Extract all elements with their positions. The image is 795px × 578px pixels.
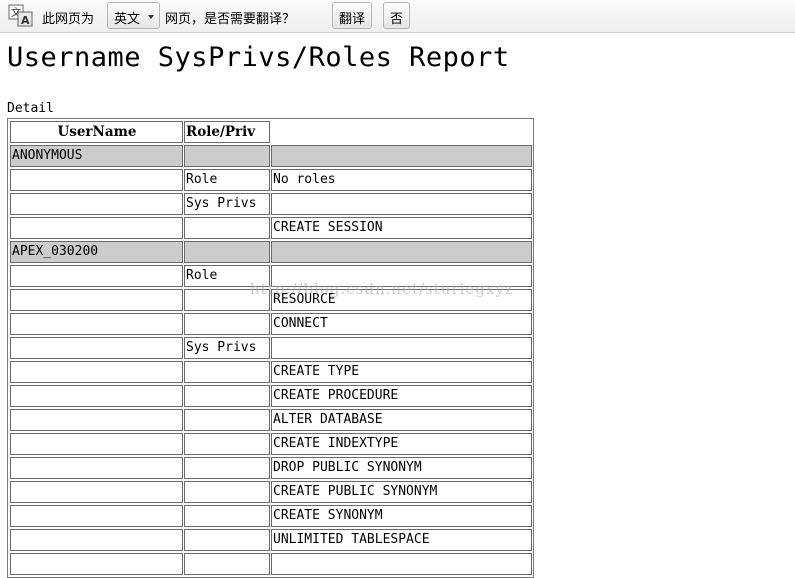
cell-privilege: DROP PUBLIC SYNONYM [271, 457, 532, 479]
cell-role-priv [184, 505, 270, 527]
cell-username [10, 265, 183, 287]
username-cell: ANONYMOUS [10, 145, 183, 167]
translate-prompt-prefix: 此网页为 [42, 12, 95, 27]
cell-username [10, 505, 183, 527]
cell-privilege [271, 145, 532, 167]
cell-username [10, 169, 183, 191]
cell-role-priv: Role [184, 169, 270, 191]
report-table: UserName Role/Priv ANONYMOUS Role No roles… [7, 118, 534, 578]
cell-privilege: CREATE PUBLIC SYNONYM [271, 481, 532, 503]
cell-role-priv [184, 433, 270, 455]
cell-privilege: UNLIMITED TABLESPACE [271, 529, 532, 551]
cell-username [10, 385, 183, 407]
cell-role-priv: Sys Privs [184, 337, 270, 359]
cell-role-priv [184, 145, 270, 167]
cell-privilege: No roles [271, 169, 532, 191]
cell-username [10, 433, 183, 455]
translate-bar: 文 A 此网页为 英文 网页，是否需要翻译？ 翻译 否 [0, 0, 795, 33]
translate-button[interactable]: 翻译 [332, 2, 372, 29]
column-header-username: UserName [10, 121, 183, 143]
cell-role-priv [184, 217, 270, 239]
cell-privilege: CREATE SESSION [271, 217, 532, 239]
cell-username [10, 289, 183, 311]
source-language-label: 英文 [114, 12, 141, 27]
table-caption: Detail [7, 101, 54, 116]
no-button[interactable]: 否 [383, 2, 410, 29]
cell-privilege: CREATE TYPE [271, 361, 532, 383]
cell-privilege: CONNECT [271, 313, 532, 335]
translate-icon: 文 A [8, 4, 34, 28]
cell-role-priv [184, 553, 270, 575]
cell-privilege [271, 193, 532, 215]
cell-role-priv [184, 457, 270, 479]
cell-username [10, 409, 183, 431]
cell-username [10, 217, 183, 239]
source-language-dropdown[interactable]: 英文 [107, 2, 160, 29]
cell-role-priv [184, 361, 270, 383]
cell-privilege [271, 241, 532, 263]
cell-role-priv [184, 241, 270, 263]
cell-privilege: CREATE INDEXTYPE [271, 433, 532, 455]
cell-privilege [271, 553, 532, 575]
cell-role-priv [184, 313, 270, 335]
cell-username [10, 529, 183, 551]
cell-username [10, 481, 183, 503]
cell-username [10, 553, 183, 575]
cell-username [10, 193, 183, 215]
cell-role-priv [184, 529, 270, 551]
cell-privilege [271, 265, 532, 287]
column-header-role-priv: Role/Priv [184, 121, 270, 143]
chevron-down-icon [148, 15, 154, 19]
cell-privilege: RESOURCE [271, 289, 532, 311]
cell-role-priv [184, 385, 270, 407]
page-title: Username SysPrivs/Roles Report [7, 42, 510, 73]
cell-username [10, 457, 183, 479]
cell-privilege [271, 337, 532, 359]
cell-username [10, 337, 183, 359]
svg-text:A: A [21, 14, 30, 27]
cell-role-priv [184, 481, 270, 503]
cell-username [10, 313, 183, 335]
cell-role-priv [184, 409, 270, 431]
cell-privilege: CREATE SYNONYM [271, 505, 532, 527]
cell-role-priv: Sys Privs [184, 193, 270, 215]
translate-prompt-suffix: 网页，是否需要翻译？ [165, 12, 296, 27]
cell-privilege: CREATE PROCEDURE [271, 385, 532, 407]
cell-username [10, 361, 183, 383]
column-header-blank [271, 121, 532, 143]
cell-privilege: ALTER DATABASE [271, 409, 532, 431]
username-cell: APEX_030200 [10, 241, 183, 263]
cell-role-priv: Role [184, 265, 270, 287]
cell-role-priv [184, 289, 270, 311]
